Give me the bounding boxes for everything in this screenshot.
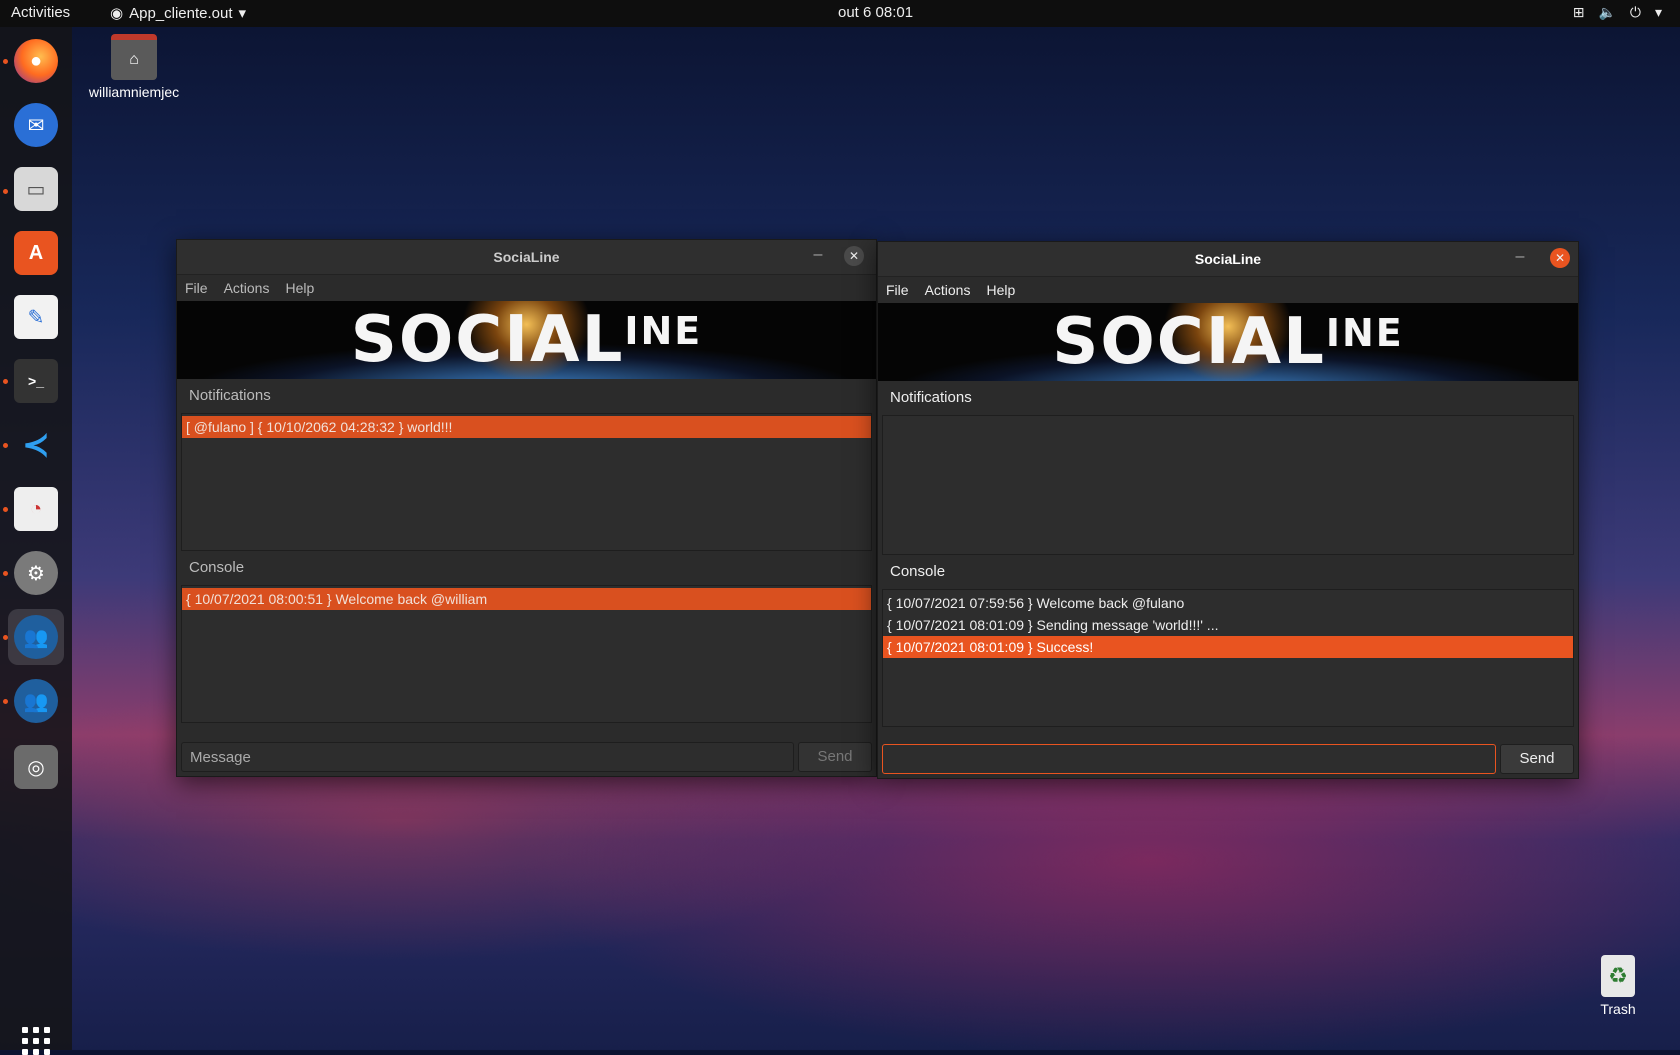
- settings-icon[interactable]: ⚙: [8, 545, 64, 601]
- disc-icon[interactable]: ◎: [8, 739, 64, 795]
- banner-logo: SOCIALINE: [1052, 305, 1404, 379]
- menubar: File Actions Help: [177, 275, 876, 301]
- software-icon[interactable]: A: [8, 225, 64, 281]
- clock[interactable]: out 6 08:01: [838, 4, 913, 21]
- power-icon[interactable]: ⏻: [1630, 4, 1641, 21]
- socialine-window-left: SociaLine – ✕ File Actions Help SOCIALIN…: [176, 239, 877, 777]
- socialine-banner: SOCIALINE: [177, 301, 876, 379]
- thunderbird-icon[interactable]: ✉: [8, 97, 64, 153]
- banner-logo: SOCIALINE: [350, 303, 703, 377]
- message-bar: Send: [882, 744, 1574, 774]
- vscode-icon[interactable]: ≺: [8, 417, 64, 473]
- menu-help[interactable]: Help: [978, 277, 1023, 303]
- send-button[interactable]: Send: [1500, 744, 1574, 774]
- send-button[interactable]: Send: [798, 742, 872, 772]
- minimize-button[interactable]: –: [808, 246, 828, 266]
- notifications-label: Notifications: [890, 389, 972, 406]
- home-folder[interactable]: ⌂ williamniemjec: [84, 34, 184, 100]
- console-list[interactable]: { 10/07/2021 07:59:56 } Welcome back @fu…: [882, 589, 1574, 727]
- close-button[interactable]: ✕: [844, 246, 864, 266]
- message-input[interactable]: [882, 744, 1496, 774]
- window-title: SociaLine: [493, 249, 560, 265]
- socialine-icon[interactable]: 👥: [8, 609, 64, 665]
- close-button[interactable]: ✕: [1550, 248, 1570, 268]
- menu-file[interactable]: File: [177, 275, 216, 301]
- menu-actions[interactable]: Actions: [917, 277, 979, 303]
- notifications-list[interactable]: [ @fulano ] { 10/10/2062 04:28:32 } worl…: [181, 413, 872, 551]
- files-icon[interactable]: ▭: [8, 161, 64, 217]
- chevron-down-icon[interactable]: ▾: [1655, 4, 1662, 21]
- message-input[interactable]: Message: [181, 742, 794, 772]
- network-icon[interactable]: ⊞: [1573, 4, 1585, 21]
- menu-actions[interactable]: Actions: [216, 275, 278, 301]
- app-menu[interactable]: ◉ App_cliente.out ▾: [110, 4, 247, 23]
- trash-label: Trash: [1600, 1001, 1636, 1017]
- titlebar[interactable]: SociaLine – ✕: [177, 240, 876, 275]
- app-icon: ◉: [110, 5, 124, 22]
- socialine-icon-2[interactable]: 👥: [8, 673, 64, 729]
- window-title: SociaLine: [1194, 251, 1262, 267]
- firefox-icon[interactable]: ●: [8, 33, 64, 89]
- notifications-label: Notifications: [189, 387, 271, 404]
- list-item[interactable]: { 10/07/2021 08:00:51 } Welcome back @wi…: [182, 588, 871, 610]
- trash[interactable]: ♻ Trash: [1590, 955, 1646, 1017]
- console-label: Console: [890, 563, 946, 580]
- menubar: File Actions Help: [878, 277, 1578, 303]
- notifications-list[interactable]: [882, 415, 1574, 555]
- top-bar: Activities ◉ App_cliente.out ▾ out 6 08:…: [0, 0, 1680, 27]
- message-bar: Message Send: [181, 742, 872, 772]
- list-item[interactable]: { 10/07/2021 08:01:09 } Success!: [883, 636, 1573, 658]
- socialine-window-right: SociaLine – ✕ File Actions Help SOCIALIN…: [877, 241, 1579, 779]
- dock: ● ✉ ▭ A ✎ >_ ≺ ◔ ⚙ 👥 👥 ◎: [0, 27, 72, 1055]
- socialine-banner: SOCIALINE: [878, 303, 1578, 381]
- menu-help[interactable]: Help: [277, 275, 322, 301]
- titlebar[interactable]: SociaLine – ✕: [878, 242, 1578, 277]
- menu-file[interactable]: File: [878, 277, 917, 303]
- volume-icon[interactable]: 🔈: [1598, 4, 1615, 21]
- text-editor-icon[interactable]: ✎: [8, 289, 64, 345]
- console-label: Console: [189, 559, 245, 576]
- list-item[interactable]: { 10/07/2021 07:59:56 } Welcome back @fu…: [883, 592, 1573, 614]
- activities-button[interactable]: Activities: [11, 4, 70, 21]
- list-item[interactable]: [ @fulano ] { 10/10/2062 04:28:32 } worl…: [182, 416, 871, 438]
- system-tray[interactable]: ⊞ 🔈 ⏻ ▾: [1573, 4, 1662, 21]
- chevron-down-icon: ▾: [238, 5, 247, 22]
- home-icon: ⌂: [111, 34, 157, 80]
- show-applications-button[interactable]: [22, 1027, 50, 1055]
- home-folder-label: williamniemjec: [88, 84, 180, 100]
- app-menu-label: App_cliente.out: [129, 4, 233, 22]
- terminal-icon[interactable]: >_: [8, 353, 64, 409]
- list-item[interactable]: { 10/07/2021 08:01:09 } Sending message …: [883, 614, 1573, 636]
- recycle-icon: ♻: [1601, 955, 1635, 997]
- minimize-button[interactable]: –: [1510, 248, 1530, 268]
- document-viewer-icon[interactable]: ◔: [8, 481, 64, 537]
- console-list[interactable]: { 10/07/2021 08:00:51 } Welcome back @wi…: [181, 585, 872, 723]
